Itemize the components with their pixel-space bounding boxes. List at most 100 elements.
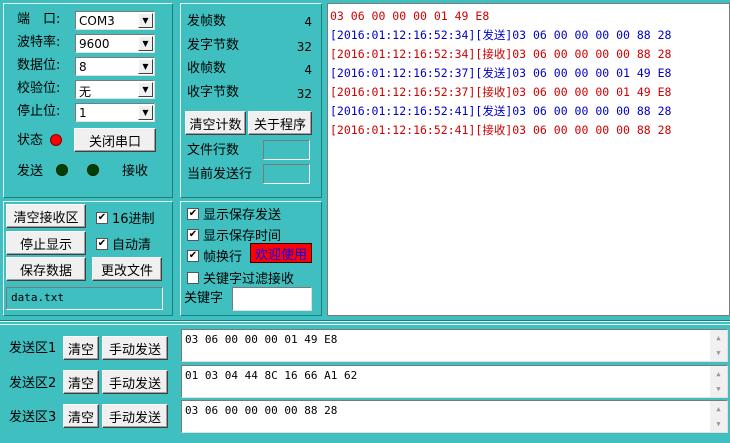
show-save-send-checkbox[interactable]: ✔ 显示保存发送 bbox=[187, 204, 281, 223]
baud-value: 9600 bbox=[79, 37, 110, 51]
send-area-2-label: 发送区2 bbox=[9, 376, 57, 391]
check-icon[interactable]: ✔ bbox=[187, 207, 199, 220]
scrollbar[interactable]: ▲ ▼ bbox=[710, 330, 727, 361]
parity-value: 无 bbox=[79, 85, 92, 99]
send-area-3-input[interactable]: 03 06 00 00 00 00 88 28 ▲ ▼ bbox=[181, 400, 728, 433]
baud-select[interactable]: 9600 ▼ bbox=[75, 34, 155, 53]
scroll-up-icon[interactable]: ▲ bbox=[710, 367, 727, 381]
send-divider bbox=[0, 320, 730, 322]
scroll-down-icon[interactable]: ▼ bbox=[710, 382, 727, 396]
tx-frames-value: 4 bbox=[304, 15, 312, 29]
tx-bytes-label: 发字节数 bbox=[187, 38, 240, 53]
send-area-2-clear-button[interactable]: 清空 bbox=[63, 370, 99, 394]
scroll-down-icon[interactable]: ▼ bbox=[710, 346, 727, 360]
clear-count-button[interactable]: 清空计数 bbox=[185, 111, 246, 135]
receive-log[interactable]: 03 06 00 00 00 01 49 E8 [2016:01:12:16:5… bbox=[327, 3, 730, 316]
check-icon[interactable]: ✔ bbox=[96, 237, 108, 250]
parity-label: 校验位: bbox=[17, 81, 61, 96]
send-area-1-manual-send-button[interactable]: 手动发送 bbox=[102, 336, 168, 360]
send-area-3-label: 发送区3 bbox=[9, 410, 57, 425]
check-icon[interactable]: ✔ bbox=[187, 249, 199, 262]
send-led-label: 发送 bbox=[17, 164, 44, 179]
send-area-3-content: 03 06 00 00 00 00 88 28 bbox=[185, 404, 338, 417]
scrollbar[interactable]: ▲ ▼ bbox=[710, 366, 727, 397]
clear-receive-button[interactable]: 清空接收区 bbox=[6, 204, 86, 228]
status-label: 状态 bbox=[17, 133, 44, 148]
databits-label: 数据位: bbox=[17, 58, 61, 73]
rx-bytes-label: 收字节数 bbox=[187, 85, 240, 100]
stopbits-label: 停止位: bbox=[17, 104, 61, 119]
show-save-time-label: 显示保存时间 bbox=[203, 229, 282, 244]
port-value: COM3 bbox=[79, 14, 115, 28]
current-line-label: 当前发送行 bbox=[187, 167, 253, 182]
save-data-button[interactable]: 保存数据 bbox=[6, 257, 86, 281]
log-line: 03 06 00 00 00 01 49 E8 bbox=[330, 9, 490, 23]
recv-led-label: 接收 bbox=[122, 164, 149, 179]
scroll-up-icon[interactable]: ▲ bbox=[710, 402, 727, 416]
current-line-field bbox=[263, 164, 310, 184]
stopbits-select[interactable]: 1 ▼ bbox=[75, 103, 155, 122]
log-line: [2016:01:12:16:52:34][发送]03 06 00 00 00 … bbox=[330, 28, 672, 42]
welcome-banner: 欢迎使用 bbox=[250, 243, 312, 263]
send-area-1-input[interactable]: 03 06 00 00 00 01 49 E8 ▲ ▼ bbox=[181, 329, 728, 362]
auto-clear-checkbox[interactable]: ✔ 自动清 bbox=[96, 234, 151, 253]
show-save-time-checkbox[interactable]: ✔ 显示保存时间 bbox=[187, 225, 281, 244]
databits-select[interactable]: 8 ▼ bbox=[75, 57, 155, 76]
send-area-3-manual-send-button[interactable]: 手动发送 bbox=[102, 404, 168, 428]
filename-value: data.txt bbox=[11, 291, 64, 304]
hex-label: 16进制 bbox=[112, 212, 155, 227]
rx-bytes-value: 32 bbox=[296, 87, 312, 101]
tx-frames-label: 发帧数 bbox=[187, 14, 227, 29]
rx-frames-value: 4 bbox=[304, 63, 312, 77]
chevron-down-icon[interactable]: ▼ bbox=[138, 59, 153, 74]
status-led-icon bbox=[50, 134, 62, 146]
show-save-send-label: 显示保存发送 bbox=[203, 208, 282, 223]
about-button[interactable]: 关于程序 bbox=[248, 111, 312, 135]
log-line: [2016:01:12:16:52:41][发送]03 06 00 00 00 … bbox=[330, 104, 672, 118]
close-port-button[interactable]: 关闭串口 bbox=[74, 128, 156, 152]
stopbits-value: 1 bbox=[79, 106, 87, 120]
databits-value: 8 bbox=[79, 60, 87, 74]
send-area-3-clear-button[interactable]: 清空 bbox=[63, 404, 99, 428]
scrollbar[interactable]: ▲ ▼ bbox=[710, 401, 727, 432]
keyword-filter-checkbox[interactable]: 关键字过滤接收 bbox=[187, 268, 294, 287]
file-lines-field bbox=[263, 140, 310, 160]
send-area-2-manual-send-button[interactable]: 手动发送 bbox=[102, 370, 168, 394]
checkbox-empty-icon[interactable] bbox=[187, 271, 199, 284]
send-area-2-content: 01 03 04 44 8C 16 66 A1 62 bbox=[185, 369, 358, 382]
auto-clear-label: 自动清 bbox=[112, 238, 152, 253]
tx-bytes-value: 32 bbox=[296, 40, 312, 54]
check-icon[interactable]: ✔ bbox=[187, 228, 199, 241]
parity-select[interactable]: 无 ▼ bbox=[75, 80, 155, 99]
chevron-down-icon[interactable]: ▼ bbox=[138, 82, 153, 97]
scroll-down-icon[interactable]: ▼ bbox=[710, 417, 727, 431]
stop-display-button[interactable]: 停止显示 bbox=[6, 231, 86, 255]
keyword-input[interactable] bbox=[232, 287, 312, 311]
change-file-button[interactable]: 更改文件 bbox=[92, 257, 162, 281]
send-area-1-label: 发送区1 bbox=[9, 341, 57, 356]
log-line: [2016:01:12:16:52:37][发送]03 06 00 00 00 … bbox=[330, 66, 672, 80]
keyword-filter-label: 关键字过滤接收 bbox=[203, 272, 295, 287]
log-line: [2016:01:12:16:52:41][接收]03 06 00 00 00 … bbox=[330, 123, 672, 137]
hex-checkbox[interactable]: ✔ 16进制 bbox=[96, 208, 155, 227]
send-led-icon bbox=[56, 164, 68, 176]
log-line: [2016:01:12:16:52:37][接收]03 06 00 00 00 … bbox=[330, 85, 672, 99]
frame-newline-checkbox[interactable]: ✔ 帧换行 bbox=[187, 246, 242, 265]
chevron-down-icon[interactable]: ▼ bbox=[138, 13, 153, 28]
filename-field[interactable]: data.txt bbox=[6, 287, 163, 310]
keyword-label: 关键字 bbox=[184, 291, 224, 306]
scroll-up-icon[interactable]: ▲ bbox=[710, 331, 727, 345]
port-label: 端 口: bbox=[17, 12, 61, 27]
send-area-2-input[interactable]: 01 03 04 44 8C 16 66 A1 62 ▲ ▼ bbox=[181, 365, 728, 398]
rx-frames-label: 收帧数 bbox=[187, 61, 227, 76]
chevron-down-icon[interactable]: ▼ bbox=[138, 36, 153, 51]
port-select[interactable]: COM3 ▼ bbox=[75, 11, 155, 30]
frame-newline-label: 帧换行 bbox=[203, 250, 243, 265]
baud-label: 波特率: bbox=[17, 35, 61, 50]
send-area-1-clear-button[interactable]: 清空 bbox=[63, 336, 99, 360]
recv-led-icon bbox=[87, 164, 99, 176]
check-icon[interactable]: ✔ bbox=[96, 211, 108, 224]
file-lines-label: 文件行数 bbox=[187, 143, 240, 158]
chevron-down-icon[interactable]: ▼ bbox=[138, 105, 153, 120]
log-line: [2016:01:12:16:52:34][接收]03 06 00 00 00 … bbox=[330, 47, 672, 61]
